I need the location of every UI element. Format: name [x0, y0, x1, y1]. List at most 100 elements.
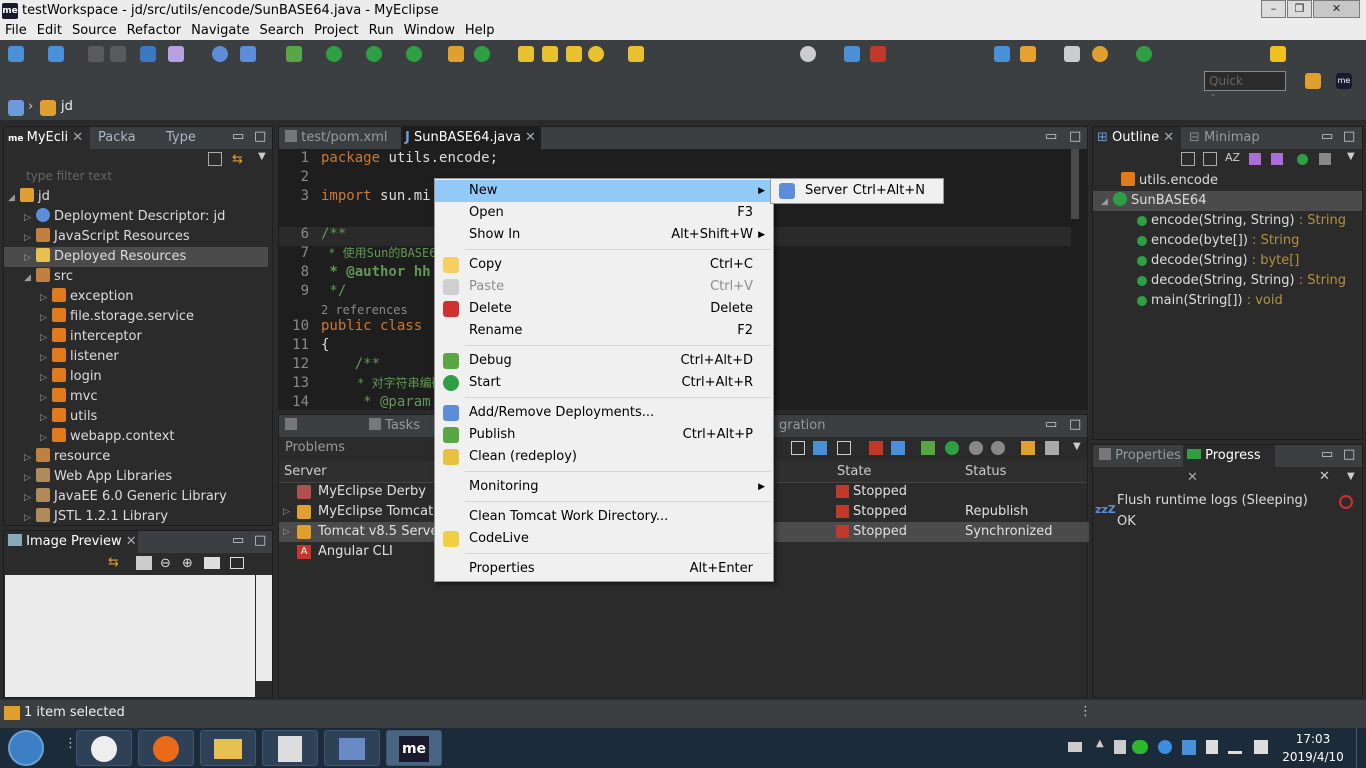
view-menu-chevron-down-icon[interactable]: ▼: [1347, 151, 1355, 162]
tab-sunbase64-java[interactable]: J SunBASE64.java ✕: [401, 127, 541, 149]
column-header-server[interactable]: Server: [284, 464, 327, 479]
tab-properties[interactable]: Properties: [1095, 445, 1181, 467]
maximize-panel-icon[interactable]: □: [254, 533, 266, 548]
view-menu-chevron-down-icon[interactable]: ▼: [1347, 471, 1355, 482]
fit-icon[interactable]: [136, 556, 152, 570]
minimize-panel-icon[interactable]: ▭: [1045, 417, 1057, 432]
menu-item-show-in[interactable]: Show In Alt+Shift+W ▶: [435, 224, 773, 246]
open-perspective-icon[interactable]: [1305, 73, 1321, 89]
menu-help[interactable]: Help: [460, 22, 500, 40]
maximize-panel-icon[interactable]: □: [1069, 417, 1081, 432]
code-line[interactable]: * @author hh: [321, 263, 430, 282]
expand-icon[interactable]: ▷: [283, 502, 290, 522]
save-all-icon[interactable]: [110, 46, 126, 62]
collapse-all-icon[interactable]: [1203, 152, 1217, 166]
menu-file[interactable]: File: [0, 22, 32, 40]
outline-method[interactable]: main(String[]) : void: [1137, 291, 1283, 311]
close-icon[interactable]: ✕: [72, 130, 83, 145]
keyboard-icon[interactable]: [1068, 742, 1082, 752]
collapse-icon[interactable]: [791, 441, 805, 455]
tree-item-resource[interactable]: ▷ resource: [24, 447, 110, 467]
link-editor-icon[interactable]: ⇆: [232, 152, 243, 167]
tree-item-mvc[interactable]: ▷ mvc: [40, 387, 98, 407]
profile-server-icon[interactable]: [969, 441, 983, 455]
show-desktop-button[interactable]: [1356, 728, 1366, 768]
view-menu-chevron-down-icon[interactable]: ▼: [258, 151, 266, 162]
submenu-item-server[interactable]: Server Ctrl+Alt+N: [771, 180, 943, 202]
code-line[interactable]: /**: [321, 355, 380, 374]
fit-window-icon[interactable]: [230, 557, 244, 569]
run-last-icon[interactable]: [366, 46, 382, 62]
maximize-panel-icon[interactable]: □: [1343, 447, 1355, 462]
tab-problems[interactable]: Problems: [281, 415, 361, 455]
bluetooth-icon[interactable]: [1158, 740, 1172, 754]
breadcrumb-project[interactable]: jd: [61, 99, 73, 114]
menu-item-clean-redeploy[interactable]: Clean (redeploy): [435, 446, 773, 468]
focus-icon[interactable]: [1181, 152, 1195, 166]
tab-myeclipse-explorer[interactable]: me MyEcli ✕: [4, 127, 90, 149]
windows-start-icon[interactable]: [8, 730, 44, 766]
new-server-icon[interactable]: [891, 441, 905, 455]
close-icon[interactable]: ✕: [1187, 470, 1198, 485]
tab-image-preview[interactable]: Image Preview ✕: [4, 531, 138, 553]
maximize-panel-icon[interactable]: □: [1069, 129, 1081, 144]
outline-package[interactable]: utils.encode: [1121, 171, 1218, 191]
palette-icon[interactable]: [1092, 46, 1108, 62]
publish-icon[interactable]: [1021, 441, 1035, 455]
tab-outline[interactable]: ⊞ Outline ✕: [1093, 127, 1181, 149]
upload-icon[interactable]: [994, 46, 1010, 62]
outline-class[interactable]: ◢ SunBASE64: [1093, 191, 1362, 211]
menu-item-debug[interactable]: Debug Ctrl+Alt+D: [435, 350, 773, 372]
menu-window[interactable]: Window: [399, 22, 460, 40]
minimize-panel-icon[interactable]: ▭: [232, 533, 244, 548]
sort-icon[interactable]: AZ: [1225, 151, 1240, 164]
menu-item-clean-tomcat-work-directory[interactable]: Clean Tomcat Work Directory...: [435, 506, 773, 528]
server-view-icon[interactable]: [813, 441, 827, 455]
tree-item-interceptor[interactable]: ▷ interceptor: [40, 327, 142, 347]
globe-icon[interactable]: [212, 46, 228, 62]
copy-icon[interactable]: [837, 441, 851, 455]
deploy-icon[interactable]: [1020, 46, 1036, 62]
menu-item-monitoring[interactable]: Monitoring ▶: [435, 476, 773, 498]
new-icon[interactable]: [8, 46, 24, 62]
tab-package-explorer[interactable]: Packa: [94, 127, 158, 149]
maximize-button[interactable]: ❐: [1287, 0, 1312, 18]
close-icon[interactable]: ✕: [126, 534, 137, 549]
flask-icon[interactable]: [168, 46, 184, 62]
cancel-job-icon[interactable]: [1339, 495, 1353, 509]
debug-server-icon[interactable]: [921, 441, 935, 455]
network-tool-icon[interactable]: [324, 730, 380, 766]
hide-nonpublic-icon[interactable]: [1297, 154, 1308, 165]
minimize-panel-icon[interactable]: ▭: [1321, 447, 1333, 462]
java-icon[interactable]: [262, 730, 318, 766]
expand-icon[interactable]: ▷: [283, 522, 290, 542]
code-line[interactable]: */: [321, 282, 346, 301]
code-line[interactable]: /**: [321, 225, 346, 244]
menu-search[interactable]: Search: [254, 22, 309, 40]
tray-device-icon[interactable]: [1206, 740, 1218, 754]
external-tools-icon[interactable]: [406, 46, 422, 62]
filter-input[interactable]: type filter text: [26, 169, 112, 183]
minimize-panel-icon[interactable]: ▭: [1045, 129, 1057, 144]
folder-breadcrumb-icon[interactable]: [8, 100, 24, 116]
maximize-panel-icon[interactable]: □: [1343, 129, 1355, 144]
tab-type-hierarchy[interactable]: Type: [162, 127, 218, 149]
outline-method[interactable]: decode(String) : byte[]: [1137, 251, 1299, 271]
hide-local-types-icon[interactable]: [1319, 153, 1331, 165]
zoom-in-icon[interactable]: ⊕: [182, 556, 193, 571]
menu-item-delete[interactable]: Delete Delete: [435, 298, 773, 320]
delete-server-icon[interactable]: [869, 441, 883, 455]
myeclipse-taskbar-icon[interactable]: me: [386, 730, 442, 766]
menu-item-open[interactable]: Open F3: [435, 202, 773, 224]
menu-item-rename[interactable]: Rename F2: [435, 320, 773, 342]
outline-method[interactable]: encode(String, String) : String: [1137, 211, 1346, 231]
wechat-icon[interactable]: [1132, 740, 1148, 754]
status-menu-icon[interactable]: ⋮: [1079, 704, 1092, 719]
save-icon[interactable]: [88, 46, 104, 62]
menu-item-codelive[interactable]: CodeLive: [435, 528, 773, 550]
tree-item-web-app-libraries[interactable]: ▷ Web App Libraries: [24, 467, 172, 487]
file-explorer-icon[interactable]: [200, 730, 256, 766]
remove-all-icon[interactable]: ✕: [1319, 469, 1330, 484]
tree-item-listener[interactable]: ▷ listener: [40, 347, 119, 367]
run-icon[interactable]: [326, 46, 342, 62]
